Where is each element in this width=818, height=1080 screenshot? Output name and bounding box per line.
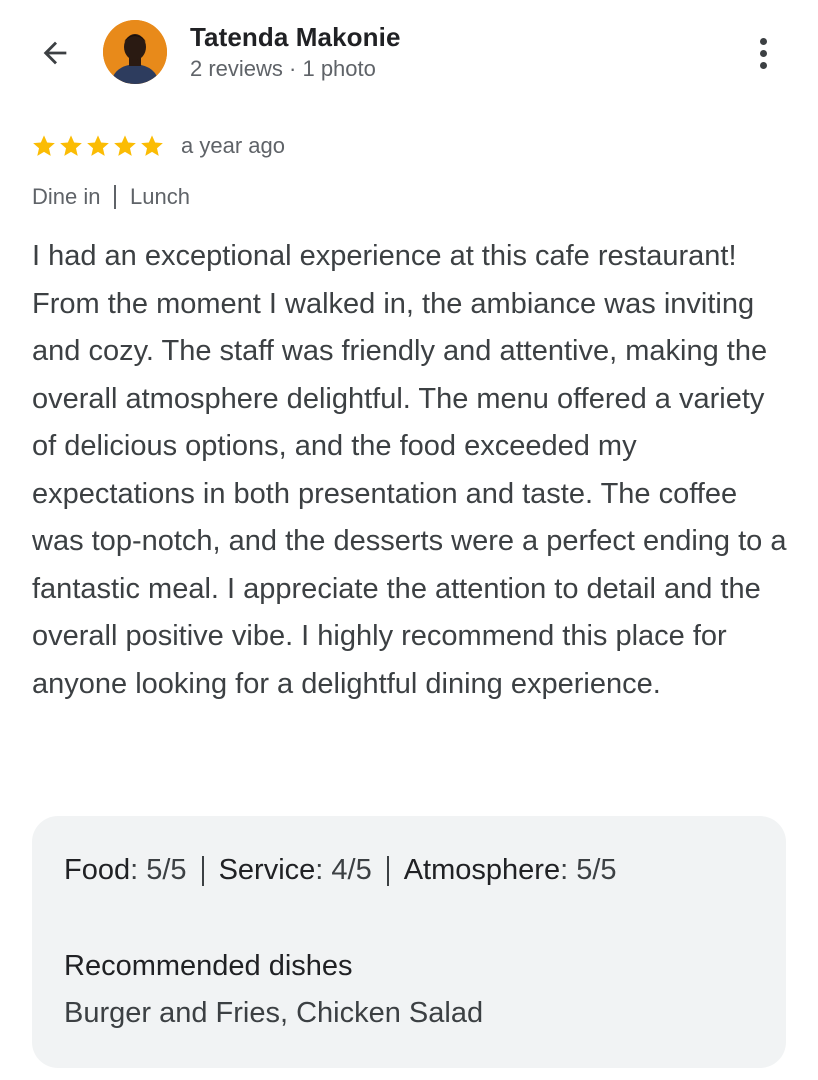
rating-food: Food: 5/5 (64, 854, 187, 886)
recommended-dishes-title: Recommended dishes (64, 950, 353, 982)
star-icon (141, 135, 163, 156)
rating-atmosphere-value: 5/5 (576, 854, 617, 886)
rating-service: Service: 4/5 (218, 854, 372, 886)
reviewer-name[interactable]: Tatenda Makonie (190, 22, 401, 53)
star-icon (114, 135, 136, 156)
visit-tags: Dine in Lunch (32, 184, 190, 210)
rating-divider (386, 855, 389, 886)
rating-row: a year ago (31, 130, 285, 162)
category-ratings: Food: 5/5 Service: 4/5 Atmosphere: 5/5 (64, 854, 617, 887)
reviewer-meta: 2 reviews · 1 photo (190, 56, 376, 81)
rating-divider (201, 855, 204, 886)
avatar-image (103, 20, 167, 84)
rating-food-value: 5/5 (146, 854, 187, 886)
recommended-dishes-list: Burger and Fries, Chicken Salad (64, 997, 484, 1029)
back-button[interactable] (30, 30, 80, 76)
review-header: Tatenda Makonie 2 reviews · 1 photo (0, 0, 818, 110)
more-options-button[interactable] (742, 30, 784, 76)
star-icon (33, 135, 55, 156)
arrow-back-icon (43, 41, 67, 65)
tag-service-type: Dine in (32, 184, 101, 209)
star-icon (87, 135, 109, 156)
more-vertical-icon-dot (759, 61, 767, 69)
tag-meal-type: Lunch (129, 184, 190, 209)
avatar[interactable] (103, 20, 167, 84)
star-rating (31, 133, 165, 159)
review-time: a year ago (181, 133, 285, 158)
more-vertical-icon-dot (759, 49, 767, 57)
rating-atmosphere-label: Atmosphere (403, 854, 561, 886)
tag-divider (114, 185, 116, 209)
star-icon (60, 135, 82, 156)
more-vertical-icon (759, 37, 767, 45)
rating-atmosphere: Atmosphere: 5/5 (403, 854, 617, 886)
rating-food-label: Food (64, 854, 131, 886)
review-text: I had an exceptional experience at this … (32, 240, 787, 700)
rating-service-label: Service (218, 854, 316, 886)
rating-service-value: 4/5 (331, 854, 372, 886)
review-details-card: Food: 5/5 Service: 4/5 Atmosphere: 5/5 R… (32, 816, 786, 1068)
